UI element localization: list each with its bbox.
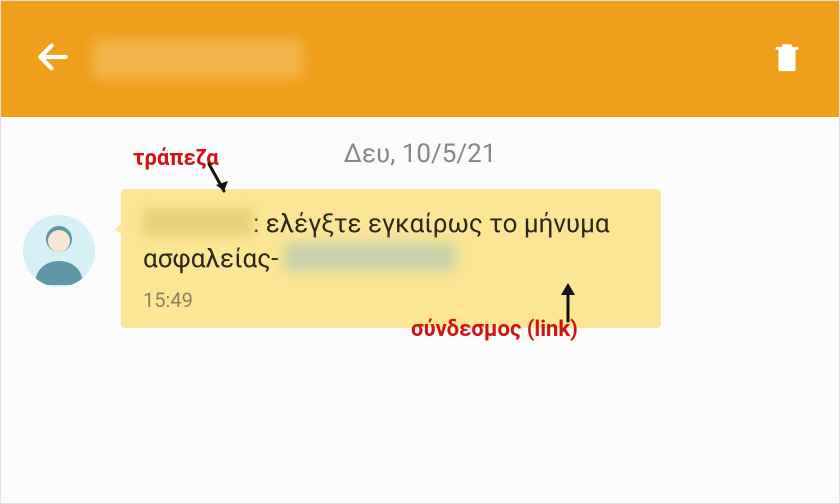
message-time: 15:49 — [143, 287, 639, 314]
message-link-redacted[interactable] — [285, 243, 455, 271]
message-bubble[interactable]: : ελέγξτε εγκαίρως το μήνυμα ασφαλείας- … — [121, 189, 661, 328]
app-bar — [1, 1, 839, 117]
back-button[interactable] — [31, 37, 75, 81]
back-arrow-icon — [36, 40, 70, 78]
date-divider: Δευ, 10/5/21 — [1, 139, 839, 169]
trash-icon — [770, 40, 804, 78]
sender-name-redacted — [143, 208, 253, 236]
conversation-title-redacted — [93, 39, 303, 79]
avatar-person-icon — [23, 215, 95, 287]
contact-avatar[interactable] — [23, 215, 95, 287]
messaging-screen: Δευ, 10/5/21 : ελέγξτε εγκαίρως το μήνυμ… — [0, 0, 840, 504]
delete-button[interactable] — [765, 37, 809, 81]
